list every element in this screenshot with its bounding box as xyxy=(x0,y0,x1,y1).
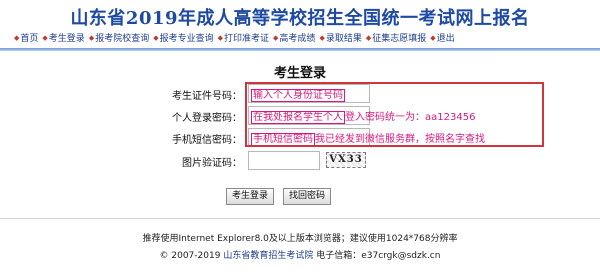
nav-label: 首页 xyxy=(20,34,39,44)
nav-label: 退出 xyxy=(436,34,455,44)
nav-exam-score[interactable]: ◆ 高考成绩 xyxy=(273,31,316,45)
sms-password-label: 手机短信密码： xyxy=(172,135,242,146)
login-title: 考生登录 xyxy=(273,66,326,81)
nav-student-login[interactable]: ◆ 考生登录 xyxy=(42,31,85,45)
browser-note: 推荐使用Internet Explorer8.0及以上版本浏览器；建议使用102… xyxy=(142,234,458,244)
header-divider xyxy=(0,48,600,51)
bullet-icon: ◆ xyxy=(365,33,372,42)
nav-logout[interactable]: ◆ 退出 xyxy=(430,31,455,45)
contact-email: 电子信箱：e37crgk@sdzk.cn xyxy=(316,251,441,261)
bullet-icon: ◆ xyxy=(217,33,224,42)
bullet-icon: ◆ xyxy=(153,33,159,42)
bullet-icon: ◆ xyxy=(14,33,20,42)
bullet-icon: ◆ xyxy=(42,33,48,42)
nav-label: 征集志愿填报 xyxy=(372,34,427,44)
login-button[interactable]: 考生登录 xyxy=(226,188,275,205)
captcha-label: 图片验证码： xyxy=(182,158,242,169)
nav-major-query[interactable]: ◆ 报考专业查询 xyxy=(153,31,214,45)
nav-college-query[interactable]: ◆ 报考院校查询 xyxy=(88,31,150,45)
highlight-frame xyxy=(245,82,544,147)
site-title: 山东省2019年成人高等学校招生全国统一考试网上报名 xyxy=(70,8,530,29)
nav-label: 报考专业查询 xyxy=(159,34,214,44)
org-link[interactable]: 山东省教育招生考试院 xyxy=(223,251,313,261)
nav-label: 录取结果 xyxy=(325,34,362,44)
top-nav: ◆ 首页 ◆ 考生登录 ◆ 报考院校查询 ◆ 报考专业查询 ◆ 打印准考证 ◆ 高考成绩 ◆… xyxy=(14,31,594,45)
captcha-image[interactable]: VX33 xyxy=(326,152,366,168)
bullet-icon: ◆ xyxy=(88,33,95,42)
nav-solicit-volunteer[interactable]: ◆ 征集志愿填报 xyxy=(365,31,427,45)
footer-divider xyxy=(0,218,600,219)
copyright: © 2007-2019 xyxy=(159,251,221,261)
nav-home[interactable]: ◆ 首页 xyxy=(14,31,39,45)
bullet-icon: ◆ xyxy=(319,33,325,42)
password-label: 个人登录密码： xyxy=(172,113,242,124)
captcha-input[interactable] xyxy=(248,151,320,170)
nav-label: 考生登录 xyxy=(48,34,85,44)
captcha-row: 图片验证码： VX33 xyxy=(0,151,600,171)
id-number-label: 考生证件号码： xyxy=(172,91,242,102)
nav-label: 报考院校查询 xyxy=(95,34,150,44)
bullet-icon: ◆ xyxy=(273,33,279,42)
copyright-line: © 2007-2019 山东省教育招生考试院 电子信箱：e37crgk@sdzk… xyxy=(0,248,600,261)
nav-admission-result[interactable]: ◆ 录取结果 xyxy=(319,31,362,45)
nav-label: 打印准考证 xyxy=(224,34,270,44)
nav-print-ticket[interactable]: ◆ 打印准考证 xyxy=(217,31,270,45)
nav-label: 高考成绩 xyxy=(279,34,316,44)
recover-password-button[interactable]: 找回密码 xyxy=(283,188,332,205)
bullet-icon: ◆ xyxy=(430,33,436,42)
